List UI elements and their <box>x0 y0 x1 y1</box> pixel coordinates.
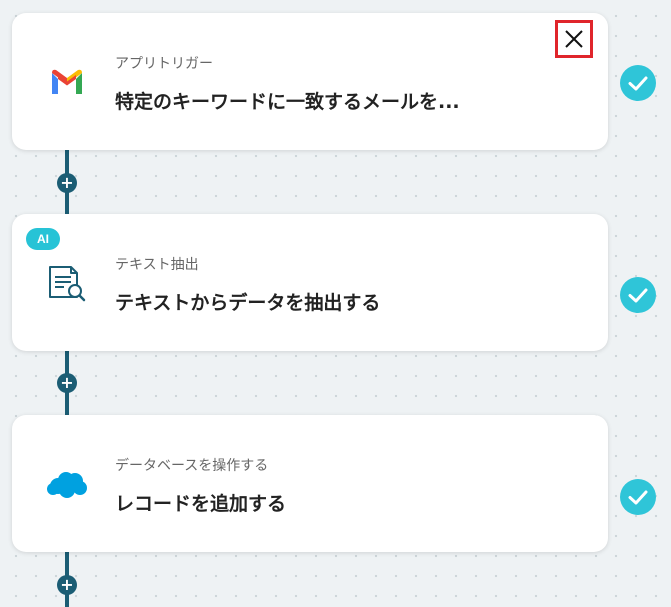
step-complete-check[interactable] <box>620 277 656 313</box>
ai-badge: AI <box>26 228 60 250</box>
gmail-icon <box>45 60 89 104</box>
step-complete-check[interactable] <box>620 479 656 515</box>
step-card-app-trigger[interactable]: アプリトリガー 特定のキーワードに一致するメールを... <box>12 13 608 150</box>
step-card-database-operation[interactable]: データベースを操作する レコードを追加する <box>12 415 608 552</box>
step-subtitle: テキスト抽出 <box>115 257 199 273</box>
step-title: テキストからデータを抽出する <box>115 292 381 314</box>
step-subtitle: アプリトリガー <box>115 56 213 72</box>
add-step-button[interactable]: + <box>57 575 77 595</box>
checkmark-icon <box>628 288 648 303</box>
checkmark-icon <box>628 76 648 91</box>
checkmark-icon <box>628 490 648 505</box>
step-complete-check[interactable] <box>620 65 656 101</box>
salesforce-cloud-icon <box>45 462 89 506</box>
add-step-button[interactable]: + <box>57 373 77 393</box>
step-title: 特定のキーワードに一致するメールを... <box>115 91 460 113</box>
close-icon <box>565 30 583 48</box>
document-search-icon <box>45 261 89 305</box>
step-title: レコードを追加する <box>115 493 287 515</box>
step-subtitle: データベースを操作する <box>115 458 269 474</box>
close-button[interactable] <box>555 20 593 58</box>
add-step-button[interactable]: + <box>57 173 77 193</box>
step-card-text-extraction[interactable]: テキスト抽出 テキストからデータを抽出する <box>12 214 608 351</box>
